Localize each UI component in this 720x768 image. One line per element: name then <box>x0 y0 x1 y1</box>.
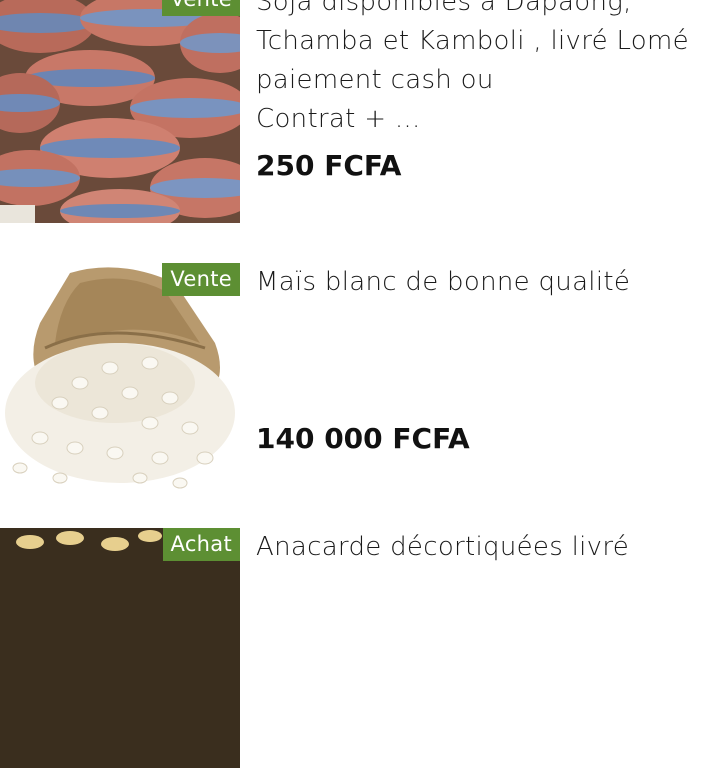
listing-title[interactable]: Anacarde décortiquées livré <box>256 528 716 567</box>
listing-thumbnail[interactable]: Vente <box>0 0 240 223</box>
listing-card-soja[interactable]: Vente Soja disponibles à Dapaong, Tchamb… <box>0 0 720 223</box>
title-line: Soja disponibles à Dapaong, <box>256 0 632 17</box>
listing-card-anacarde[interactable]: Achat Anacarde décortiquées livré <box>0 528 720 768</box>
listing-price: 140 000 FCFA <box>256 422 470 455</box>
listing-title[interactable]: Maïs blanc de bonne qualité <box>256 263 716 302</box>
title-line: paiement cash ou <box>256 65 494 95</box>
listing-price: 250 FCFA <box>256 149 402 182</box>
listing-thumbnail[interactable]: Vente <box>0 263 240 503</box>
title-line: Tchamba et Kamboli , livré Lomé <box>256 26 689 56</box>
listing-type-badge: Achat <box>162 528 240 561</box>
listing-type-badge: Vente <box>162 0 240 16</box>
cashew-image <box>0 528 240 768</box>
sacks-image <box>0 0 240 223</box>
title-line: Maïs blanc de bonne qualité <box>256 267 631 297</box>
listing-thumbnail[interactable]: Achat <box>0 528 240 768</box>
listing-type-badge: Vente <box>162 263 240 296</box>
listing-title[interactable]: Soja disponibles à Dapaong, Tchamba et K… <box>256 0 716 139</box>
maize-sack-image <box>0 263 240 503</box>
listing-card-mais[interactable]: Vente Maïs blanc de bonne qualité 140 00… <box>0 263 720 503</box>
title-line: Anacarde décortiquées livré <box>256 532 630 562</box>
title-line: Contrat + ... <box>256 104 421 134</box>
